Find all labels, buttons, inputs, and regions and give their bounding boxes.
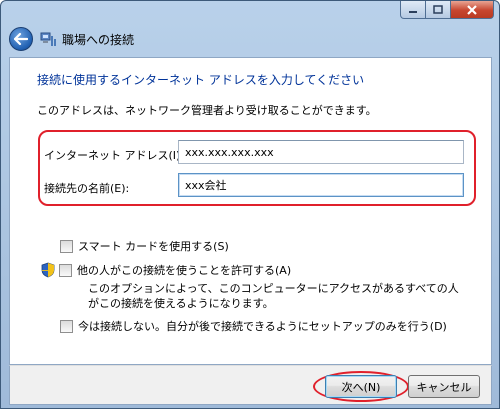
smartcard-option[interactable]: スマート カードを使用する(S) — [60, 238, 229, 254]
minimize-button[interactable] — [400, 1, 426, 19]
close-icon — [467, 4, 477, 15]
minimize-icon — [409, 10, 417, 13]
next-button[interactable]: 次へ(N) — [325, 375, 397, 398]
destination-name-input[interactable] — [178, 173, 464, 197]
maximize-icon — [433, 5, 443, 14]
dont-connect-option[interactable]: 今は接続しない。自分が後で接続できるようにセットアップのみを行う(D) — [60, 318, 447, 334]
uac-shield-icon — [41, 262, 55, 278]
cancel-button[interactable]: キャンセル — [408, 375, 480, 398]
smartcard-label: スマート カードを使用する(S) — [78, 240, 229, 253]
destination-name-label: 接続先の名前(E): — [44, 182, 130, 195]
wizard-footer: 次へ(N) キャンセル — [9, 365, 492, 405]
address-label: インターネット アドレス(I): — [44, 149, 185, 162]
window-title: 職場への接続 — [62, 32, 135, 47]
dont-connect-checkbox[interactable] — [60, 319, 73, 333]
wizard-content: 接続に使用するインターネット アドレスを入力してください このアドレスは、ネット… — [9, 57, 492, 365]
dialog-window: 職場への接続 接続に使用するインターネット アドレスを入力してください このアド… — [0, 0, 500, 409]
allow-others-checkbox[interactable] — [59, 263, 72, 277]
allow-others-note-line2: がこの接続を使えるようになります。 — [88, 297, 274, 310]
allow-others-label: 他の人がこの接続を使うことを許可する(A) — [77, 264, 292, 277]
wizard-header: 職場への接続 — [7, 23, 493, 55]
back-button[interactable] — [9, 27, 33, 51]
back-arrow-icon — [14, 33, 28, 45]
caption-buttons — [400, 1, 494, 19]
close-button[interactable] — [451, 1, 494, 19]
dont-connect-label: 今は接続しない。自分が後で接続できるようにセットアップのみを行う(D) — [78, 320, 447, 333]
network-connection-icon — [40, 32, 56, 46]
smartcard-checkbox[interactable] — [60, 239, 73, 253]
page-description: このアドレスは、ネットワーク管理者より受け取ることができます。 — [37, 104, 377, 117]
page-heading: 接続に使用するインターネット アドレスを入力してください — [37, 73, 365, 87]
allow-others-note-line1: このオプションによって、このコンピューターにアクセスがあるすべての人 — [88, 282, 459, 295]
maximize-button[interactable] — [426, 1, 451, 19]
internet-address-input[interactable] — [178, 140, 464, 164]
allow-others-option[interactable]: 他の人がこの接続を使うことを許可する(A) — [41, 262, 291, 278]
fields-highlight-box: インターネット アドレス(I): 接続先の名前(E): — [38, 130, 476, 206]
